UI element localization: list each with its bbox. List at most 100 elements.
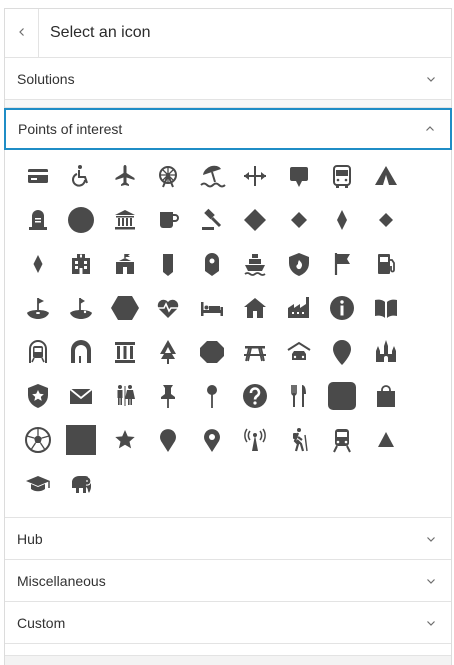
icon-option-wheelchair[interactable] [60,156,104,200]
icon-option-horizontal-arrows[interactable] [234,156,278,200]
icon-option-picnic-table[interactable] [234,332,278,376]
icon-option-car-garage[interactable] [277,332,321,376]
icon-option-graduation-cap[interactable] [16,464,60,508]
house-icon [240,293,270,328]
icon-option-rounded-square[interactable] [321,376,365,420]
icon-option-location-pin[interactable] [190,420,234,464]
icon-option-hotel-bed[interactable] [190,288,234,332]
icon-option-beach-umbrella[interactable] [190,156,234,200]
star-icon [110,425,140,460]
section-custom[interactable]: Custom [5,602,451,644]
icon-option-coffee-cup[interactable] [147,200,191,244]
icon-option-library-book[interactable] [364,288,408,332]
diamond-small-icon [371,205,401,240]
section-hub[interactable]: Hub [5,518,451,560]
icon-option-restroom[interactable] [103,376,147,420]
icon-option-hospital[interactable] [60,244,104,288]
police-badge-icon [23,381,53,416]
section-points-of-interest[interactable]: Points of interest [4,108,452,150]
icon-grid [5,150,451,518]
hiker-icon [284,425,314,460]
envelope-icon [66,381,96,416]
icon-option-bookmark-pin[interactable] [147,244,191,288]
icon-option-bus[interactable] [321,156,365,200]
bank-icon [110,205,140,240]
airplane-icon [110,161,140,196]
icon-option-mini-golf[interactable] [60,288,104,332]
icon-option-triangle[interactable] [364,420,408,464]
car-garage-icon [284,337,314,372]
icon-option-ferris-wheel[interactable] [147,156,191,200]
icon-option-ship[interactable] [234,244,278,288]
icon-option-subway[interactable] [16,332,60,376]
icon-option-target-pin[interactable] [190,244,234,288]
icon-option-police-badge[interactable] [16,376,60,420]
icon-option-radio-tower[interactable] [234,420,278,464]
icon-option-gas-station[interactable] [364,244,408,288]
icon-option-heartbeat[interactable] [147,288,191,332]
square-icon [66,424,97,460]
icon-option-house[interactable] [234,288,278,332]
icon-option-restaurant[interactable] [277,376,321,420]
icon-picker-panel: Select an icon Solutions Points of inter… [4,8,452,665]
icon-option-hiker[interactable] [277,420,321,464]
map-pin-icon [327,337,357,372]
icon-option-star[interactable] [103,420,147,464]
beach-umbrella-icon [197,161,227,196]
gravestone-icon [23,205,53,240]
icon-option-golf[interactable] [16,288,60,332]
rounded-square-icon [327,381,357,416]
icon-option-soccer-ball[interactable] [16,420,60,464]
icon-option-envelope[interactable] [60,376,104,420]
icon-option-tent[interactable] [364,156,408,200]
icon-option-round-pin[interactable] [190,376,234,420]
icon-option-question[interactable] [234,376,278,420]
icon-option-gravestone[interactable] [16,200,60,244]
credit-card-icon [23,161,53,196]
tree-icon [153,337,183,372]
diamond-medium-icon [284,205,314,240]
icon-option-flag[interactable] [321,244,365,288]
icon-option-diamond-tall-small[interactable] [16,244,60,288]
icon-option-square[interactable] [60,420,104,464]
icon-option-school[interactable] [103,244,147,288]
icon-option-circle[interactable] [60,200,104,244]
section-label: Hub [17,530,43,547]
target-pin-icon [197,249,227,284]
icon-option-map-pin[interactable] [321,332,365,376]
tent-icon [371,161,401,196]
icon-option-tree[interactable] [147,332,191,376]
icon-option-elephant[interactable] [60,464,104,508]
icon-option-castle[interactable] [364,332,408,376]
panel-header: Select an icon [5,9,451,58]
icon-option-speech-pin[interactable] [277,156,321,200]
icon-option-octagon[interactable] [190,332,234,376]
icon-option-diamond-medium[interactable] [277,200,321,244]
icon-option-bank[interactable] [103,200,147,244]
coffee-cup-icon [153,205,183,240]
ferris-wheel-icon [153,161,183,196]
icon-option-diamond-tall[interactable] [321,200,365,244]
icon-option-information[interactable] [321,288,365,332]
icon-option-map-pin-teardrop[interactable] [147,420,191,464]
icon-option-train[interactable] [321,420,365,464]
back-button[interactable] [5,9,39,57]
icon-option-diamond-large[interactable] [234,200,278,244]
icon-option-museum[interactable] [103,332,147,376]
icon-option-shopping-bag[interactable] [364,376,408,420]
icon-option-fire-station[interactable] [277,244,321,288]
location-pin-icon [197,425,227,460]
icon-option-credit-card[interactable] [16,156,60,200]
speech-pin-icon [284,161,314,196]
section-miscellaneous[interactable]: Miscellaneous [5,560,451,602]
icon-option-diamond-small[interactable] [364,200,408,244]
icon-option-factory[interactable] [277,288,321,332]
heartbeat-icon [153,293,183,328]
icon-option-airplane[interactable] [103,156,147,200]
chevron-down-icon [424,72,438,86]
section-solutions[interactable]: Solutions [5,58,451,100]
icon-option-gavel[interactable] [190,200,234,244]
icon-option-hexagon[interactable] [103,288,147,332]
icon-option-tunnel[interactable] [60,332,104,376]
icon-option-push-pin[interactable] [147,376,191,420]
